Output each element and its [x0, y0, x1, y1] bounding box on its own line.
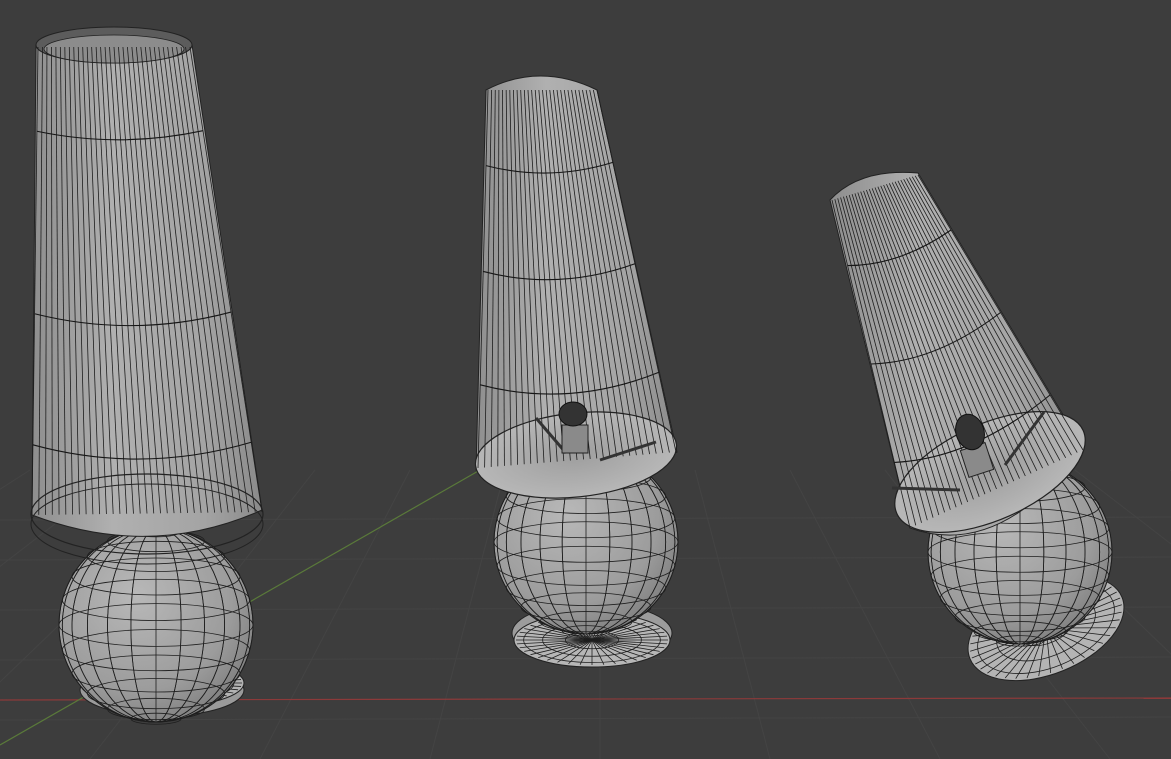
lamp-shade[interactable] [30, 26, 264, 565]
grid-line [429, 469, 506, 759]
grid-line [259, 469, 411, 759]
3d-viewport[interactable] [0, 0, 1171, 759]
lamp-sphere-base[interactable] [58, 525, 254, 725]
grid-line [0, 469, 31, 490]
lamp-tilted[interactable] [471, 75, 681, 668]
lamp-upright[interactable] [30, 26, 264, 725]
grid-line [694, 469, 771, 759]
viewport-canvas[interactable] [0, 0, 1171, 759]
lamp-tilted-right[interactable] [829, 171, 1139, 701]
